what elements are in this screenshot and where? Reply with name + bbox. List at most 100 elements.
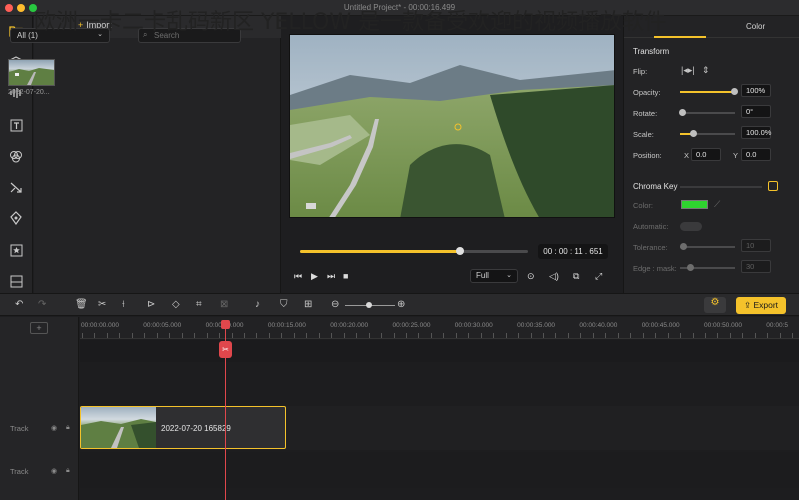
ruler-tick xyxy=(742,333,744,338)
tab-color[interactable]: Color xyxy=(746,22,765,31)
export-button[interactable]: ⇪ Export xyxy=(736,297,786,314)
ruler-tick xyxy=(779,333,781,338)
eyedropper-icon[interactable]: ⟋ xyxy=(714,199,720,210)
scale-handle[interactable] xyxy=(690,130,697,137)
zoom-out-icon[interactable]: ⊖ xyxy=(331,299,339,310)
opacity-input[interactable]: 100% xyxy=(741,84,771,97)
edge-mask-label: Edge : mask: xyxy=(633,264,677,273)
position-x-input[interactable]: 0.0 xyxy=(691,148,721,161)
next-frame-icon[interactable]: ⏭ xyxy=(327,271,335,282)
tolerance-slider[interactable] xyxy=(680,243,735,250)
lock-icon[interactable]: 🔒︎ xyxy=(66,424,70,432)
rotate-handle[interactable] xyxy=(679,109,686,116)
time-ruler[interactable] xyxy=(80,317,799,339)
flip-horizontal-icon[interactable]: |◂▸| xyxy=(681,65,695,76)
ruler-tick xyxy=(480,333,482,338)
edge-mask-input[interactable]: 30 xyxy=(741,260,771,273)
ruler-tick xyxy=(293,333,295,338)
ruler-tick xyxy=(518,333,520,338)
add-track-button[interactable]: + xyxy=(30,322,48,334)
scissors-icon[interactable]: ✂ xyxy=(219,341,232,358)
keyframe-icon[interactable]: ◇ xyxy=(172,299,180,310)
tolerance-handle[interactable] xyxy=(680,243,687,250)
overlay-caption: 欧洲一卡二卡乱码新区 YELLOW 是一款备受欢迎的视频播放软件 xyxy=(34,10,667,35)
ruler-tick xyxy=(393,333,395,338)
undo-icon[interactable]: ↶ xyxy=(15,299,23,310)
settings-button[interactable]: ⚙ xyxy=(704,297,726,313)
ruler-tick xyxy=(617,333,619,338)
automatic-label: Automatic: xyxy=(633,222,669,231)
position-y-label: Y xyxy=(733,151,739,160)
delete-icon[interactable]: 🗑︎ xyxy=(75,299,88,310)
filter-icon[interactable] xyxy=(6,146,26,166)
position-label: Position: xyxy=(633,151,662,160)
split-icon[interactable]: ⟊ xyxy=(122,299,125,310)
ruler-tick xyxy=(368,333,370,338)
chroma-color-swatch[interactable] xyxy=(681,200,708,209)
cut-icon[interactable]: ✂ xyxy=(98,299,106,310)
sticker-icon[interactable] xyxy=(6,240,26,260)
position-y-input[interactable]: 0.0 xyxy=(741,148,771,161)
scale-input[interactable]: 100.0% xyxy=(741,126,771,139)
ruler-tick-label: 00:00:05.000 xyxy=(143,322,182,329)
fit-timeline-icon[interactable]: ⊞ xyxy=(304,299,312,310)
crop-view-icon[interactable]: ⧉ xyxy=(573,271,579,282)
ruler-tick xyxy=(381,333,383,338)
lock-icon[interactable]: 🔒︎ xyxy=(66,467,70,475)
volume-icon[interactable]: ◁) xyxy=(549,271,559,282)
crop-icon[interactable]: ⌗ xyxy=(196,299,202,310)
ruler-tick xyxy=(505,333,507,338)
layout-icon[interactable] xyxy=(6,271,26,291)
effects-icon[interactable] xyxy=(6,208,26,228)
chroma-key-checkbox[interactable] xyxy=(768,181,778,191)
chroma-divider xyxy=(680,186,762,188)
microphone-icon[interactable]: ♪ xyxy=(255,299,260,310)
sliders-icon: ⚙ xyxy=(710,297,720,308)
rotate-input[interactable]: 0° xyxy=(741,105,771,118)
audio-track-row[interactable] xyxy=(80,452,799,488)
snapshot-icon[interactable]: ⊙ xyxy=(527,271,535,282)
scrubber-handle[interactable] xyxy=(455,247,464,255)
media-thumbnail[interactable] xyxy=(8,59,55,86)
automatic-toggle[interactable] xyxy=(680,222,702,231)
opacity-slider[interactable] xyxy=(680,88,738,95)
preview-quality-select[interactable]: Full ⌄ xyxy=(470,269,518,283)
ruler-tick xyxy=(729,333,731,338)
marker-icon[interactable]: ⛉ xyxy=(280,299,288,310)
video-clip[interactable]: 2022-07-20 165829 xyxy=(80,406,286,449)
tab-video-indicator[interactable] xyxy=(654,36,706,38)
zoom-handle[interactable] xyxy=(366,302,372,308)
tolerance-input[interactable]: 10 xyxy=(741,239,771,252)
speed-icon[interactable]: ⊳ xyxy=(147,299,155,310)
edge-mask-slider[interactable] xyxy=(680,264,735,271)
ruler-tick xyxy=(605,333,607,338)
transition-icon[interactable] xyxy=(6,177,26,197)
ruler-tick xyxy=(144,333,146,338)
rotate-slider[interactable] xyxy=(679,109,735,116)
preview-scrubber[interactable] xyxy=(300,247,528,255)
video-viewer[interactable] xyxy=(289,34,615,218)
tolerance-label: Tolerance: xyxy=(633,243,668,252)
edge-mask-handle[interactable] xyxy=(687,264,694,271)
fullscreen-icon[interactable]: ⤢ xyxy=(595,271,602,282)
scale-slider[interactable] xyxy=(680,130,735,137)
preview-quality-value: Full xyxy=(476,271,489,280)
play-icon[interactable]: ▶ xyxy=(311,271,318,282)
playhead-handle[interactable] xyxy=(221,320,230,329)
ruler-tick-label: 00:00:5 xyxy=(766,322,788,329)
previous-frame-icon[interactable]: ⏮ xyxy=(294,271,302,282)
zoom-in-icon[interactable]: ⊕ xyxy=(397,299,405,310)
eye-icon[interactable]: ◉ xyxy=(51,424,57,432)
flip-vertical-icon[interactable]: ⇕ xyxy=(702,65,710,76)
opacity-handle[interactable] xyxy=(731,88,738,95)
eye-icon[interactable]: ◉ xyxy=(51,467,57,475)
freeze-icon[interactable]: ⊠ xyxy=(220,299,228,310)
ruler-tick xyxy=(181,333,183,338)
scale-label: Scale: xyxy=(633,130,654,139)
ruler-tick xyxy=(767,333,769,338)
redo-icon[interactable]: ↷ xyxy=(38,299,46,310)
ruler-tick xyxy=(243,333,245,338)
text-icon[interactable] xyxy=(6,115,26,135)
stop-icon[interactable]: ■ xyxy=(343,271,348,281)
ruler-tick xyxy=(94,333,96,338)
